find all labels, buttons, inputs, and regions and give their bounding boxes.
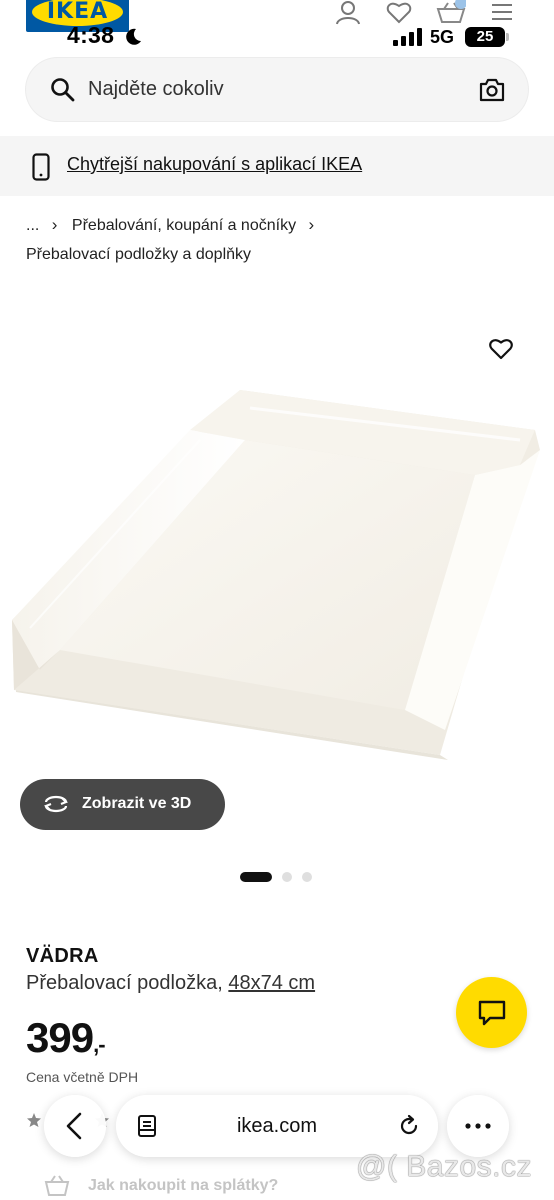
app-banner[interactable]: Chytřejší nakupování s aplikací IKEA: [0, 136, 554, 196]
breadcrumb-current[interactable]: Přebalovací podložky a doplňky: [26, 246, 251, 264]
menu-icon[interactable]: [489, 0, 515, 26]
chat-button[interactable]: [456, 977, 527, 1048]
user-icon[interactable]: [335, 0, 361, 26]
battery-cap: [506, 33, 509, 41]
gallery-dot[interactable]: [282, 872, 292, 882]
app-banner-link[interactable]: Chytřejší nakupování s aplikací IKEA: [67, 154, 362, 175]
status-time: 4:38: [67, 22, 115, 48]
battery-indicator: 25: [465, 27, 505, 47]
moon-icon: [126, 28, 141, 45]
view-3d-button[interactable]: Zobrazit ve 3D: [20, 779, 225, 830]
basket-icon: [44, 1175, 70, 1196]
product-size-link[interactable]: 48x74 cm: [228, 972, 315, 994]
browser-more-button[interactable]: [447, 1095, 509, 1157]
breadcrumb-parent[interactable]: Přebalování, koupání a nočníky: [72, 217, 296, 234]
gallery-dot[interactable]: [302, 872, 312, 882]
favorite-heart-icon[interactable]: [488, 337, 514, 361]
chevron-right-icon: ›: [308, 215, 315, 234]
price-value: 399: [26, 1014, 94, 1061]
vat-note: Cena včetně DPH: [26, 1069, 139, 1085]
search-bar[interactable]: Najděte cokoliv: [26, 58, 528, 121]
product-price: 399,-: [26, 1014, 106, 1062]
view-3d-label: Zobrazit ve 3D: [82, 795, 192, 812]
bazos-watermark: @( Bazos.cz: [356, 1150, 532, 1183]
browser-back-button[interactable]: [44, 1095, 106, 1157]
logo-text: IKEA: [46, 0, 109, 24]
rotate-3d-icon: [44, 795, 68, 813]
product-description: Přebalovací podložka, 48x74 cm: [26, 972, 315, 995]
breadcrumb-ellipsis[interactable]: ...: [26, 217, 39, 234]
chevron-right-icon: ›: [51, 215, 58, 234]
search-input[interactable]: Najděte cokoliv: [88, 78, 224, 101]
gallery-dot-active[interactable]: [240, 872, 272, 882]
product-image[interactable]: [0, 290, 554, 850]
signal-icon: [393, 28, 422, 46]
installment-label: Jak nakoupit na splátky?: [88, 1177, 279, 1194]
chat-icon: [478, 1000, 506, 1026]
phone-icon: [32, 153, 50, 181]
browser-address-bar[interactable]: ikea.com: [116, 1095, 438, 1157]
search-icon: [51, 78, 75, 102]
network-type: 5G: [430, 27, 455, 47]
breadcrumb: ... › Přebalování, koupání a nočníky ›: [26, 215, 324, 235]
heart-icon[interactable]: [386, 0, 412, 26]
header: IKEA 4:38 5G 25: [0, 0, 554, 52]
product-name: VÄDRA: [26, 945, 99, 967]
camera-icon[interactable]: [478, 76, 506, 104]
browser-domain[interactable]: ikea.com: [116, 1115, 438, 1138]
reload-icon[interactable]: [397, 1114, 421, 1138]
more-icon: [465, 1123, 491, 1129]
price-suffix: ,-: [93, 1032, 105, 1057]
product-type: Přebalovací podložka,: [26, 972, 223, 994]
basket-icon[interactable]: [436, 0, 466, 26]
back-icon: [66, 1112, 82, 1140]
